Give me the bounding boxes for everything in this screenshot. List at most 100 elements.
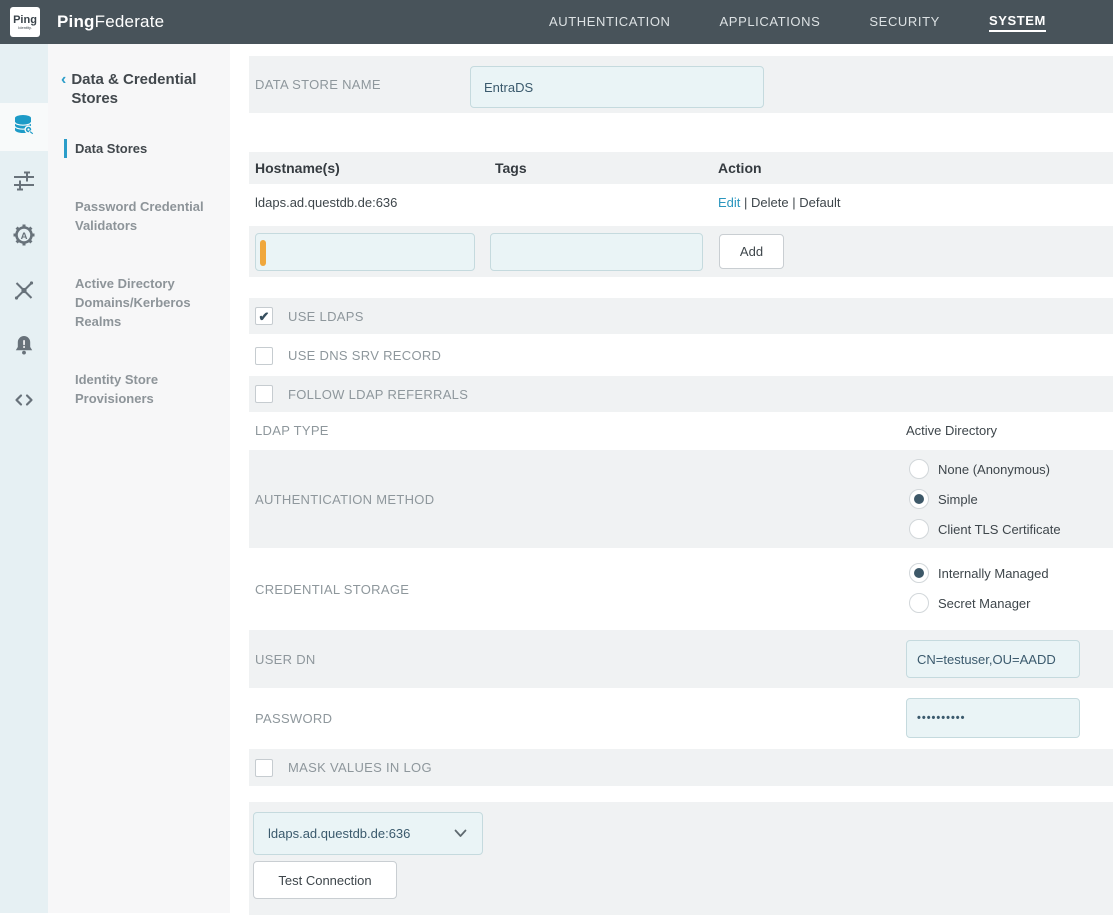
edit-link[interactable]: Edit — [718, 195, 740, 210]
use-ldaps-label: USE LDAPS — [288, 309, 364, 324]
hostname-select-dropdown[interactable]: ldaps.ad.questdb.de:636 — [253, 812, 483, 855]
top-bar: Ping Identity. PingFederate AUTHENTICATI… — [0, 0, 1113, 44]
storage-option-secret-manager-label: Secret Manager — [938, 596, 1031, 611]
rail-item-alerts[interactable] — [0, 323, 48, 371]
ldap-type-row: LDAP TYPE Active Directory — [249, 412, 1113, 448]
delete-link[interactable]: Delete — [751, 195, 789, 210]
data-store-name-input[interactable]: EntraDS — [470, 66, 764, 108]
default-link[interactable]: Default — [799, 195, 840, 210]
auth-option-none[interactable]: None (Anonymous) — [909, 454, 1061, 484]
credential-storage-label: CREDENTIAL STORAGE — [249, 582, 409, 597]
use-dns-srv-label: USE DNS SRV RECORD — [288, 348, 441, 363]
rail-item-network[interactable] — [0, 268, 48, 316]
ping-logo[interactable]: Ping Identity. — [10, 7, 40, 37]
radio-selected-icon[interactable] — [909, 563, 929, 583]
storage-option-secret-manager[interactable]: Secret Manager — [909, 588, 1049, 618]
auth-option-simple-label: Simple — [938, 492, 978, 507]
nav-system[interactable]: SYSTEM — [989, 13, 1046, 32]
column-tags: Tags — [495, 160, 527, 176]
code-icon — [12, 388, 36, 417]
credential-storage-options: Internally Managed Secret Manager — [909, 558, 1049, 618]
action-separator: | — [744, 195, 747, 210]
svg-text:A: A — [21, 231, 28, 242]
row-actions: Edit | Delete | Default — [718, 195, 840, 210]
nav-security[interactable]: SECURITY — [869, 14, 940, 31]
add-button[interactable]: Add — [719, 234, 784, 269]
add-host-row: Add — [249, 226, 1113, 277]
authentication-method-row: AUTHENTICATION METHOD None (Anonymous) S… — [249, 450, 1113, 548]
ping-logo-text: Ping — [13, 15, 37, 26]
sidebar-item-data-stores[interactable]: Data Stores — [48, 139, 220, 158]
radio-icon[interactable] — [909, 459, 929, 479]
rail-item-data-stores[interactable] — [0, 103, 48, 151]
hostname-input[interactable] — [255, 233, 475, 271]
alert-bell-icon — [12, 333, 36, 362]
password-label: PASSWORD — [249, 711, 332, 726]
chevron-down-icon — [454, 825, 467, 843]
radio-icon[interactable] — [909, 519, 929, 539]
user-dn-input[interactable]: CN=testuser,OU=AADD — [906, 640, 1080, 678]
rail-item-code[interactable] — [0, 378, 48, 426]
data-store-name-label: DATA STORE NAME — [249, 77, 381, 92]
gear-automation-icon: A — [12, 223, 36, 252]
nav-authentication[interactable]: AUTHENTICATION — [549, 14, 671, 31]
action-separator: | — [792, 195, 795, 210]
mask-values-checkbox[interactable]: ✔ — [255, 759, 273, 777]
main-content: DATA STORE NAME EntraDS Hostname(s) Tags… — [230, 44, 1113, 913]
hostname-value: ldaps.ad.questdb.de:636 — [249, 195, 397, 210]
mask-values-row: ✔ MASK VALUES IN LOG — [249, 749, 1113, 786]
use-ldaps-row: ✔ USE LDAPS — [249, 298, 1113, 334]
auth-option-simple[interactable]: Simple — [909, 484, 1061, 514]
radio-icon[interactable] — [909, 593, 929, 613]
sidebar: ‹ Data & Credential Stores Data Stores P… — [48, 44, 230, 913]
follow-ldap-referrals-row: ✔ FOLLOW LDAP REFERRALS — [249, 376, 1113, 412]
use-dns-srv-checkbox[interactable]: ✔ — [255, 347, 273, 365]
follow-ldap-referrals-checkbox[interactable]: ✔ — [255, 385, 273, 403]
auth-option-client-tls-label: Client TLS Certificate — [938, 522, 1061, 537]
mask-values-label: MASK VALUES IN LOG — [288, 760, 432, 775]
auth-option-none-label: None (Anonymous) — [938, 462, 1050, 477]
storage-option-internal[interactable]: Internally Managed — [909, 558, 1049, 588]
storage-option-internal-label: Internally Managed — [938, 566, 1049, 581]
authentication-method-label: AUTHENTICATION METHOD — [249, 492, 434, 507]
chevron-left-icon: ‹ — [61, 70, 66, 108]
use-dns-srv-row: ✔ USE DNS SRV RECORD — [249, 337, 1113, 374]
host-table-row: ldaps.ad.questdb.de:636 Edit | Delete | … — [249, 184, 1113, 221]
ping-logo-subtext: Identity. — [18, 26, 32, 30]
data-stores-icon — [12, 113, 36, 142]
product-title-bold: Ping — [57, 12, 95, 31]
sidebar-items: Data Stores Password Credential Validato… — [48, 139, 230, 408]
nav-applications[interactable]: APPLICATIONS — [720, 14, 821, 31]
test-connection-button[interactable]: Test Connection — [253, 861, 397, 899]
icon-rail: A — [0, 44, 48, 913]
radio-selected-icon[interactable] — [909, 489, 929, 509]
checkmark-icon: ✔ — [259, 310, 270, 323]
authentication-method-options: None (Anonymous) Simple Client TLS Certi… — [909, 454, 1061, 544]
sidebar-item-ad-domains-kerberos-realms[interactable]: Active Directory Domains/Kerberos Realms — [48, 274, 220, 331]
credential-storage-row: CREDENTIAL STORAGE Internally Managed Se… — [249, 548, 1113, 630]
column-hostnames: Hostname(s) — [255, 160, 340, 176]
sidebar-item-password-credential-validators[interactable]: Password Credential Validators — [48, 197, 220, 235]
test-connection-section: ldaps.ad.questdb.de:636 Test Connection — [249, 802, 1113, 915]
sidebar-title: Data & Credential Stores — [71, 70, 205, 108]
user-dn-label: USER DN — [249, 652, 316, 667]
ldap-type-value: Active Directory — [906, 423, 997, 438]
password-input[interactable]: •••••••••• — [906, 698, 1080, 738]
network-tools-icon — [12, 278, 36, 307]
product-title: PingFederate — [57, 12, 164, 32]
host-table-header: Hostname(s) Tags Action — [249, 152, 1113, 184]
follow-ldap-referrals-label: FOLLOW LDAP REFERRALS — [288, 387, 468, 402]
hostname-select-value: ldaps.ad.questdb.de:636 — [268, 826, 410, 841]
ldap-type-label: LDAP TYPE — [249, 423, 329, 438]
rail-item-sliders[interactable] — [0, 158, 48, 206]
auth-option-client-tls[interactable]: Client TLS Certificate — [909, 514, 1061, 544]
tags-input[interactable] — [490, 233, 703, 271]
sidebar-item-identity-store-provisioners[interactable]: Identity Store Provisioners — [48, 370, 220, 408]
user-dn-row: USER DN CN=testuser,OU=AADD — [249, 630, 1113, 688]
sliders-icon — [12, 168, 36, 197]
use-ldaps-checkbox[interactable]: ✔ — [255, 307, 273, 325]
rail-item-gear[interactable]: A — [0, 213, 48, 261]
sidebar-back-header[interactable]: ‹ Data & Credential Stores — [48, 70, 230, 108]
product-title-rest: Federate — [95, 12, 165, 31]
data-store-name-row: DATA STORE NAME EntraDS — [249, 56, 1113, 113]
